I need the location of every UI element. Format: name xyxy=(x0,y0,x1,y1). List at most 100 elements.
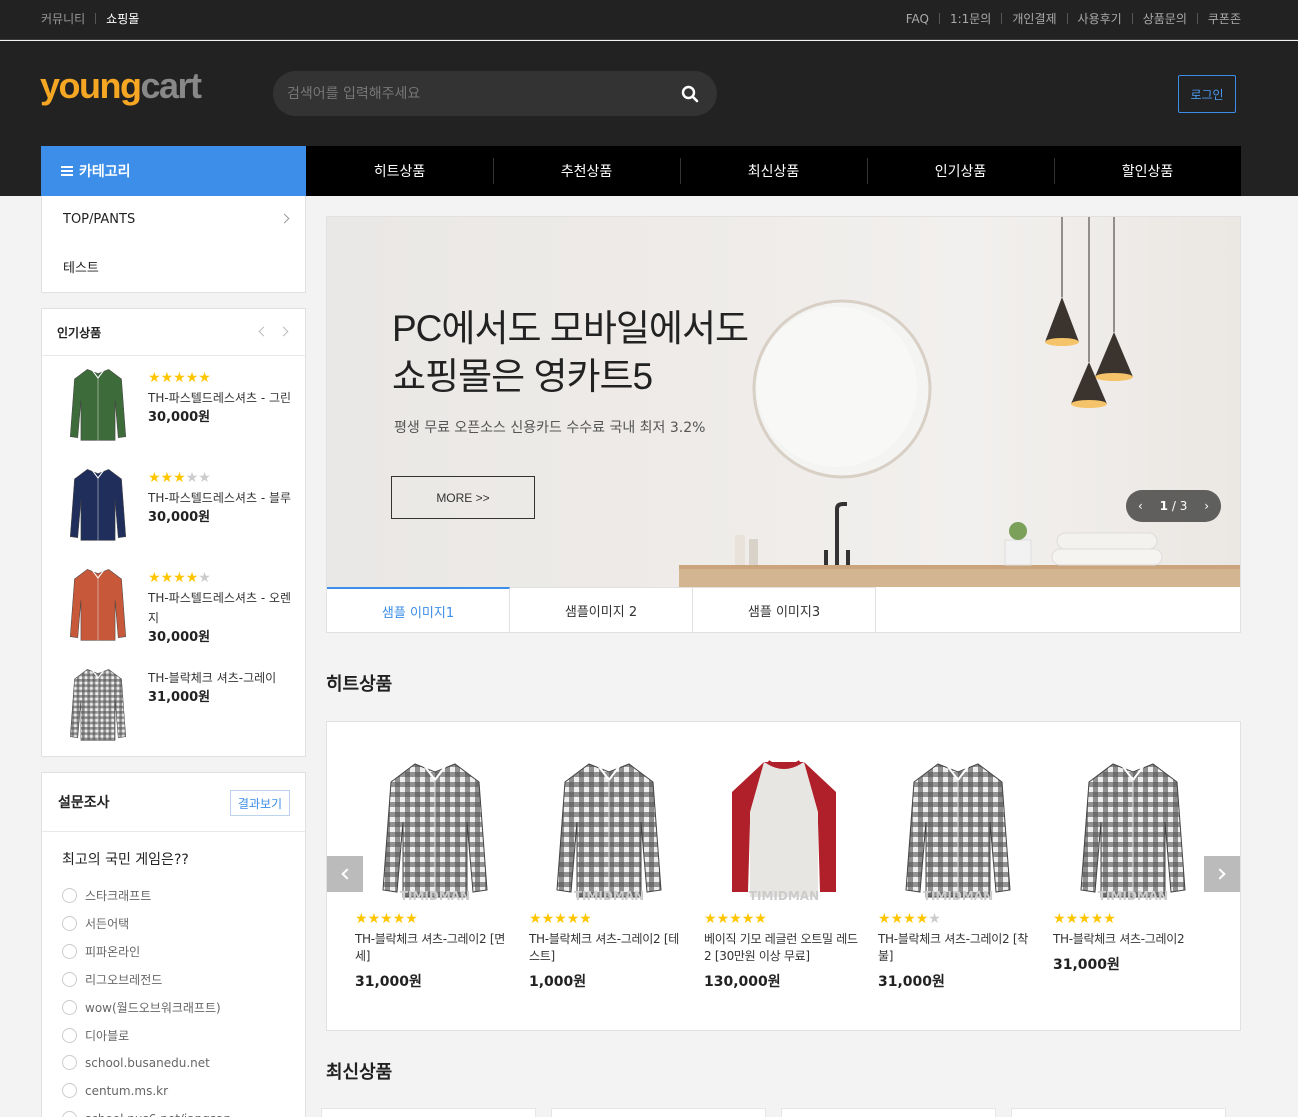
divider xyxy=(1196,13,1198,24)
product-thumb xyxy=(58,363,138,443)
search-icon[interactable] xyxy=(681,85,699,103)
top-bar: 커뮤니티 쇼핑몰 FAQ 1:1문의 개인결제 사용후기 상품문의 쿠폰존 xyxy=(0,0,1298,40)
new-product-card[interactable] xyxy=(781,1108,996,1117)
radio-button[interactable] xyxy=(62,972,77,987)
chevron-right-icon[interactable]: › xyxy=(1204,499,1209,513)
poll-option[interactable]: school.nus6.net/jangsan xyxy=(62,1111,231,1117)
category-item[interactable]: 테스트 xyxy=(42,243,305,290)
star-icon: ★ xyxy=(355,911,368,927)
poll-option[interactable]: 서든어택 xyxy=(62,915,129,932)
product-name[interactable]: TH-블락체크 셔츠-그레이2 [착불] xyxy=(878,931,1038,965)
product-thumb[interactable]: TIMIDMAN xyxy=(1073,752,1193,903)
banner-tab-2[interactable]: 샘플이미지 2 xyxy=(510,587,693,632)
poll-option-label: wow(월드오브워크래프트) xyxy=(85,1001,221,1015)
radio-button[interactable] xyxy=(62,888,77,903)
top-link[interactable]: 개인결제 xyxy=(1012,10,1056,27)
logo[interactable]: youngcart xyxy=(40,65,202,107)
product-name[interactable]: TH-블락체크 셔츠-그레이 xyxy=(148,668,293,688)
product-thumb[interactable]: TIMIDMAN xyxy=(375,752,495,903)
page-current: 1 xyxy=(1159,499,1169,513)
product-name[interactable]: TH-블락체크 셔츠-그레이2 [테스트] xyxy=(529,931,689,965)
product-name[interactable]: TH-블락체크 셔츠-그레이2 xyxy=(1053,931,1213,948)
login-button[interactable]: 로그인 xyxy=(1178,75,1236,113)
banner-tab-1[interactable]: 샘플 이미지1 xyxy=(327,587,510,632)
next-button[interactable] xyxy=(1204,856,1240,892)
product-name[interactable]: TH-블락체크 셔츠-그레이2 [면세] xyxy=(355,931,515,965)
star-icon: ★ xyxy=(878,911,891,927)
svg-text:TIMIDMAN: TIMIDMAN xyxy=(574,889,644,902)
nav-item[interactable]: 할인상품 xyxy=(1054,146,1241,196)
top-link[interactable]: 쿠폰존 xyxy=(1208,10,1241,27)
product-name[interactable]: TH-파스텔드레스셔츠 - 그린 xyxy=(148,388,293,408)
radio-button[interactable] xyxy=(62,1000,77,1015)
nav-item[interactable]: 인기상품 xyxy=(867,146,1054,196)
radio-button[interactable] xyxy=(62,1083,77,1098)
section-title-hit: 히트상품 xyxy=(326,674,393,695)
radio-button[interactable] xyxy=(62,944,77,959)
poll-option-label: centum.ms.kr xyxy=(85,1083,169,1098)
banner-pager: ‹ 1 / 3 › xyxy=(1126,490,1221,522)
new-product-card[interactable] xyxy=(1011,1108,1226,1117)
star-icon: ★ xyxy=(579,911,592,927)
nav-item[interactable]: 최신상품 xyxy=(680,146,867,196)
new-product-card[interactable] xyxy=(551,1108,766,1117)
banner-tab-3[interactable]: 샘플 이미지3 xyxy=(693,587,876,632)
banner-image[interactable]: PC에서도 모바일에서도 쇼핑몰은 영카트5 평생 무료 오픈소스 신용카드 수… xyxy=(327,217,1240,587)
star-icon: ★ xyxy=(148,370,161,386)
product-thumb[interactable]: TIMIDMAN xyxy=(898,752,1018,903)
product-thumb[interactable]: TIMIDMAN xyxy=(549,752,669,903)
prev-button[interactable] xyxy=(327,856,363,892)
chevron-left-icon xyxy=(341,868,353,880)
star-icon: ★ xyxy=(529,911,542,927)
product-image: TIMIDMAN xyxy=(1080,763,1186,903)
svg-text:TIMIDMAN: TIMIDMAN xyxy=(749,889,819,902)
chevron-right-icon[interactable] xyxy=(278,326,289,337)
svg-text:TIMIDMAN: TIMIDMAN xyxy=(1098,889,1168,902)
poll-option[interactable]: wow(월드오브워크래프트) xyxy=(62,999,221,1016)
more-button[interactable]: MORE >> xyxy=(391,476,535,519)
top-link[interactable]: 사용후기 xyxy=(1078,10,1122,27)
top-link-community[interactable]: 커뮤니티 xyxy=(41,10,85,27)
divider xyxy=(1001,13,1003,24)
banner-headline: PC에서도 모바일에서도 쇼핑몰은 영카트5 xyxy=(392,305,749,401)
poll-option[interactable]: centum.ms.kr xyxy=(62,1083,168,1098)
star-icon: ★ xyxy=(729,911,742,927)
product-info: TH-블락체크 셔츠-그레이 31,000원 xyxy=(148,665,293,708)
radio-button[interactable] xyxy=(62,1028,77,1043)
chevron-left-icon[interactable]: ‹ xyxy=(1138,499,1143,513)
nav-item[interactable]: 히트상품 xyxy=(306,146,493,196)
top-right-links: FAQ 1:1문의 개인결제 사용후기 상품문의 쿠폰존 xyxy=(906,10,1241,27)
poll-option[interactable]: 스타크래프트 xyxy=(62,887,151,904)
banner-headline-line1: PC에서도 모바일에서도 xyxy=(392,308,749,349)
radio-button[interactable] xyxy=(62,916,77,931)
poll-option[interactable]: 디아블로 xyxy=(62,1027,129,1044)
product-name[interactable]: 베이직 기모 레글런 오트밀 레드2 [30만원 이상 무료] xyxy=(704,931,864,965)
category-button[interactable]: 카테고리 xyxy=(41,146,306,196)
product-thumb[interactable]: TIMIDMAN xyxy=(724,752,844,903)
top-link[interactable]: FAQ xyxy=(906,12,929,26)
product-name[interactable]: TH-파스텔드레스셔츠 - 블루 xyxy=(148,488,293,508)
product-image xyxy=(69,469,127,541)
rating-stars: ★ ★ ★ ★ ★ xyxy=(878,912,1038,926)
nav-item[interactable]: 추천상품 xyxy=(493,146,680,196)
top-link[interactable]: 1:1문의 xyxy=(950,10,991,27)
category-item[interactable]: TOP/PANTS xyxy=(42,196,305,243)
star-icon: ★ xyxy=(392,911,406,927)
poll-option[interactable]: 피파온라인 xyxy=(62,943,140,960)
poll-option-label: 피파온라인 xyxy=(85,945,141,959)
poll-option[interactable]: 리그오브레전드 xyxy=(62,971,162,988)
poll-result-button[interactable]: 결과보기 xyxy=(230,790,290,816)
product-info: ★ ★ ★ ★ ★ TH-블락체크 셔츠-그레이2 [면세] 31,000원 xyxy=(355,912,515,991)
top-link[interactable]: 상품문의 xyxy=(1143,10,1187,27)
logo-text-cart: cart xyxy=(140,65,202,106)
star-icon: ★ xyxy=(367,911,381,927)
top-link-shop[interactable]: 쇼핑몰 xyxy=(106,10,139,27)
radio-button[interactable] xyxy=(62,1055,77,1070)
new-product-card[interactable] xyxy=(321,1108,536,1117)
svg-text:TIMIDMAN: TIMIDMAN xyxy=(400,889,470,902)
radio-button[interactable] xyxy=(62,1111,77,1117)
chevron-left-icon[interactable] xyxy=(258,326,269,337)
poll-option[interactable]: school.busanedu.net xyxy=(62,1055,210,1070)
product-name[interactable]: TH-파스텔드레스셔츠 - 오렌지 xyxy=(148,588,293,628)
search-input[interactable] xyxy=(287,71,667,116)
